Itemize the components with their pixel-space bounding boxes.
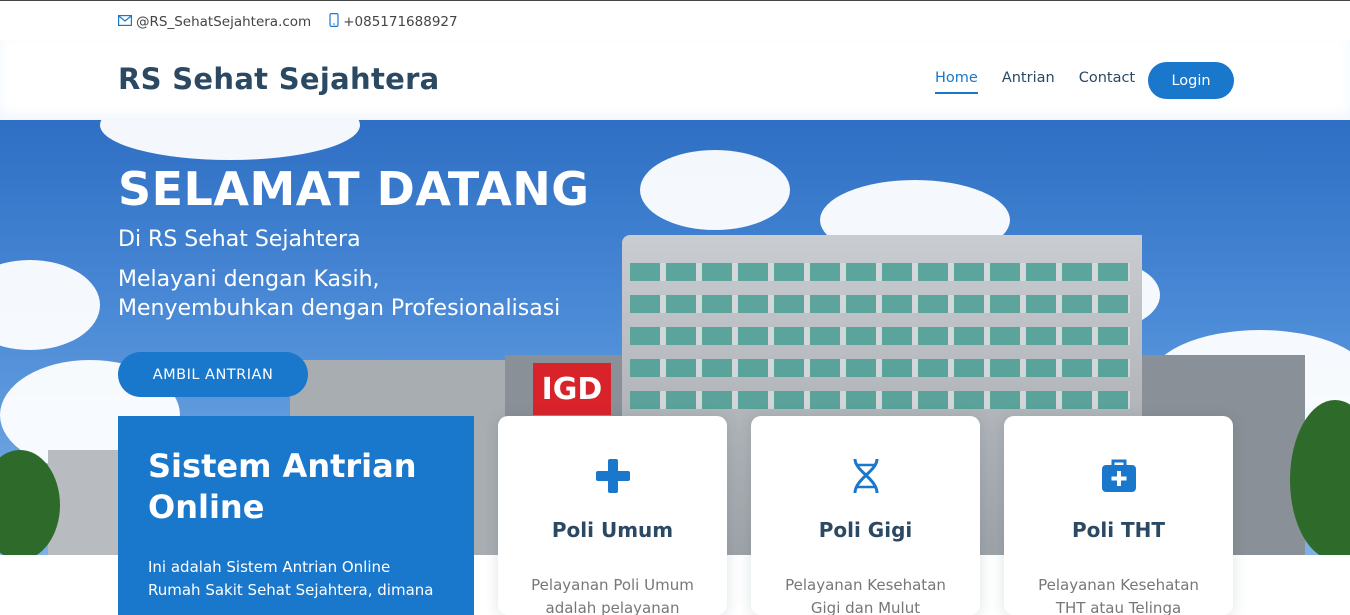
card-title: Poli Gigi bbox=[818, 518, 913, 542]
card-title: Poli Umum bbox=[551, 518, 674, 542]
cloud bbox=[100, 120, 360, 160]
dna-icon bbox=[846, 456, 886, 496]
card-text: Pelayanan Poli Umum adalah pelayanan bbox=[531, 576, 694, 615]
card-text: Pelayanan Kesehatan Gigi dan Mulut bbox=[785, 576, 946, 615]
cloud bbox=[640, 150, 790, 230]
cloud bbox=[0, 260, 100, 350]
tagline-line-1: Melayani dengan Kasih, bbox=[118, 267, 380, 292]
main-nav: Home Antrian Contact bbox=[935, 70, 1159, 94]
phone-contact: +085171688927 bbox=[329, 13, 458, 31]
info-title: Sistem Antrian Online bbox=[148, 447, 417, 526]
nav-contact[interactable]: Contact bbox=[1079, 70, 1135, 94]
card-poli-tht[interactable]: Poli THT Pelayanan Kesehatan THT atau Te… bbox=[1004, 416, 1233, 615]
hero-title: SELAMAT DATANG bbox=[118, 162, 590, 216]
site-logo[interactable]: RS Sehat Sejahtera bbox=[118, 62, 440, 96]
card-title: Poli THT bbox=[1071, 518, 1166, 542]
info-box: Sistem Antrian Online Ini adalah Sistem … bbox=[118, 416, 474, 615]
plus-icon bbox=[593, 456, 633, 496]
phone-icon bbox=[329, 13, 339, 31]
card-text: Pelayanan Kesehatan THT atau Telinga bbox=[1038, 576, 1199, 615]
envelope-icon bbox=[118, 14, 133, 30]
igd-sign: IGD bbox=[533, 363, 611, 415]
phone-number[interactable]: +085171688927 bbox=[343, 14, 457, 30]
hero-subtitle: Di RS Sehat Sejahtera bbox=[118, 227, 361, 252]
nav-home[interactable]: Home bbox=[935, 70, 978, 94]
header: RS Sehat Sejahtera Home Antrian Contact … bbox=[0, 40, 1350, 120]
tagline-line-2: Menyembuhkan dengan Profesionalisasi bbox=[118, 296, 561, 321]
topbar: @RS_SehatSejahtera.com +085171688927 bbox=[0, 0, 1350, 40]
contact-info: @RS_SehatSejahtera.com +085171688927 bbox=[118, 13, 458, 31]
login-button[interactable]: Login bbox=[1148, 62, 1234, 99]
hero-tagline: Melayani dengan Kasih, Menyembuhkan deng… bbox=[118, 265, 638, 323]
card-poli-umum[interactable]: Poli Umum Pelayanan Poli Umum adalah pel… bbox=[498, 416, 727, 615]
medkit-icon bbox=[1099, 456, 1139, 496]
email-link[interactable]: @RS_SehatSejahtera.com bbox=[136, 14, 311, 30]
card-poli-gigi[interactable]: Poli Gigi Pelayanan Kesehatan Gigi dan M… bbox=[751, 416, 980, 615]
nav-antrian[interactable]: Antrian bbox=[1002, 70, 1055, 94]
ambil-antrian-button[interactable]: AMBIL ANTRIAN bbox=[118, 352, 308, 397]
info-text: Ini adalah Sistem Antrian Online Rumah S… bbox=[148, 558, 434, 599]
